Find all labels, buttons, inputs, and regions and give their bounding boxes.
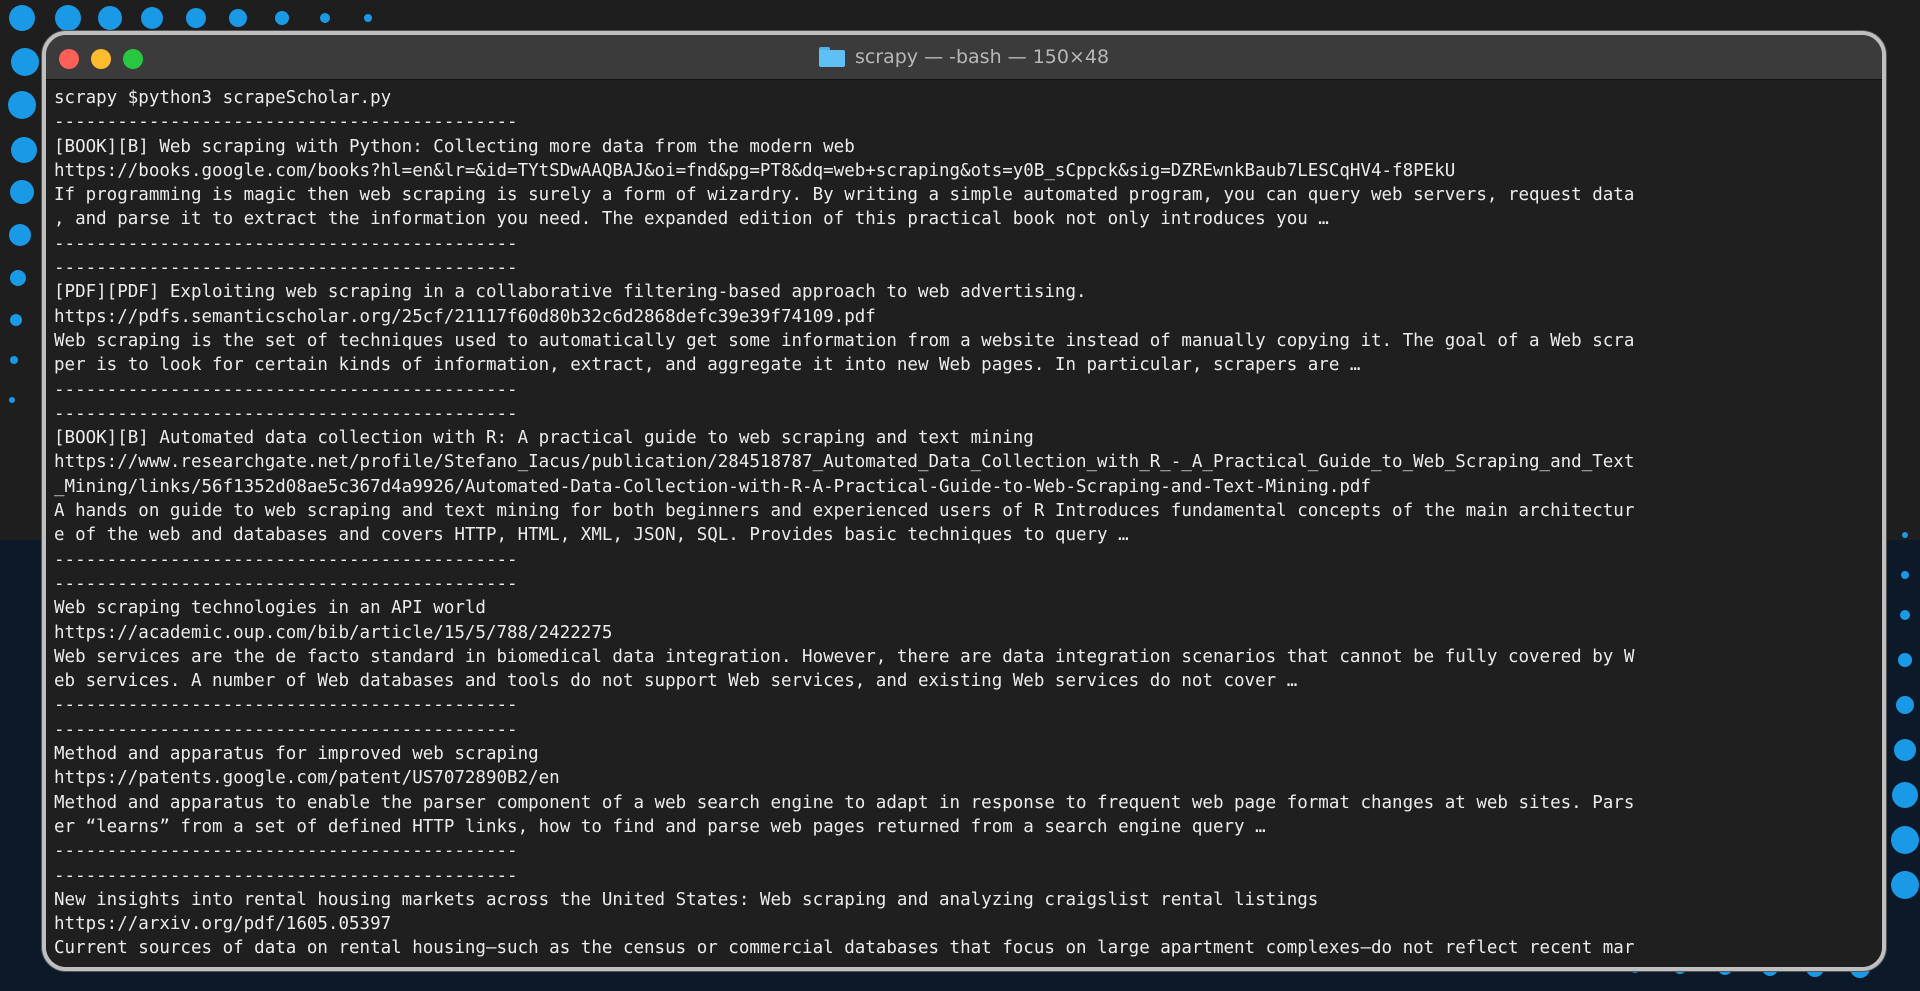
decorative-dot	[10, 356, 18, 364]
terminal-line: ----------------------------------------…	[54, 549, 518, 570]
decorative-dot	[1900, 610, 1910, 620]
terminal-line: https://www.researchgate.net/profile/Ste…	[54, 452, 1635, 473]
decorative-dot	[275, 11, 289, 25]
decorative-dot	[186, 8, 206, 28]
terminal-line: [BOOK][B] Web scraping with Python: Coll…	[54, 136, 855, 157]
terminal-line: per is to look for certain kinds of info…	[54, 355, 1361, 376]
terminal-line: scrapy $python3 scrapeScholar.py	[54, 88, 392, 108]
terminal-line: ----------------------------------------…	[54, 379, 518, 400]
terminal-line: https://academic.oup.com/bib/article/15/…	[54, 622, 613, 643]
decorative-dot	[10, 314, 22, 326]
terminal-line: Web scraping technologies in an API worl…	[54, 598, 486, 619]
decorative-dot	[320, 13, 330, 23]
window-titlebar[interactable]: scrapy — -bash — 150×48	[46, 35, 1882, 80]
terminal-line: , and parse it to extract the informatio…	[54, 209, 1329, 230]
terminal-line: ----------------------------------------…	[54, 258, 518, 279]
terminal-line: e of the web and databases and covers HT…	[54, 525, 1129, 546]
decorative-dot	[1902, 532, 1908, 538]
terminal-line: A hands on guide to web scraping and tex…	[54, 501, 1635, 522]
decorative-dot	[1901, 571, 1909, 579]
decorative-dot	[1891, 826, 1919, 854]
terminal-line: ----------------------------------------…	[54, 233, 518, 254]
window-title-wrap: scrapy — -bash — 150×48	[46, 35, 1882, 79]
terminal-line: [BOOK][B] Automated data collection with…	[54, 428, 1034, 449]
terminal-line: https://books.google.com/books?hl=en&lr=…	[54, 160, 1456, 181]
terminal-line: ----------------------------------------…	[54, 865, 518, 886]
decorative-dot	[55, 5, 81, 31]
decorative-dot	[141, 7, 163, 29]
decorative-dot	[229, 9, 247, 27]
decorative-dot	[1898, 653, 1912, 667]
folder-icon	[818, 47, 845, 67]
terminal-line: If programming is magic then web scrapin…	[54, 185, 1635, 206]
terminal-line: er “learns” from a set of defined HTTP l…	[54, 816, 1266, 837]
decorative-dot	[98, 6, 122, 30]
decorative-dot	[1892, 782, 1918, 808]
terminal-line: Current sources of data on rental housin…	[54, 938, 1635, 959]
terminal-output[interactable]: scrapy $python3 scrapeScholar.py --------…	[46, 80, 1882, 967]
decorative-dot	[11, 137, 37, 163]
decorative-dot	[11, 48, 39, 76]
terminal-line: ----------------------------------------…	[54, 695, 518, 716]
terminal-line: New insights into rental housing markets…	[54, 889, 1319, 910]
terminal-line: https://patents.google.com/patent/US7072…	[54, 768, 560, 789]
window-title: scrapy — -bash — 150×48	[854, 46, 1110, 68]
decorative-dot	[1891, 871, 1919, 899]
decorative-dot	[10, 270, 26, 286]
decorative-dot	[364, 14, 372, 22]
decorative-dot	[10, 180, 34, 204]
decorative-dot	[1894, 739, 1916, 761]
terminal-line: https://pdfs.semanticscholar.org/25cf/21…	[54, 306, 876, 327]
terminal-line: _Mining/links/56f1352d08ae5c367d4a9926/A…	[54, 476, 1371, 497]
decorative-dot	[1896, 696, 1914, 714]
terminal-line: ----------------------------------------…	[54, 573, 518, 594]
terminal-line: ----------------------------------------…	[54, 841, 518, 862]
terminal-line: Method and apparatus for improved web sc…	[54, 744, 539, 765]
terminal-line: ----------------------------------------…	[54, 403, 518, 424]
decorative-dot	[8, 91, 36, 119]
terminal-line: [PDF][PDF] Exploiting web scraping in a …	[54, 282, 1087, 303]
terminal-line: Method and apparatus to enable the parse…	[54, 792, 1635, 813]
terminal-line: Web services are the de facto standard i…	[54, 646, 1635, 667]
terminal-line: eb services. A number of Web databases a…	[54, 671, 1298, 692]
terminal-line: https://arxiv.org/pdf/1605.05397	[54, 914, 392, 935]
decorative-dot	[9, 5, 35, 31]
terminal-line: Web scraping is the set of techniques us…	[54, 330, 1635, 351]
decorative-dot	[9, 224, 31, 246]
terminal-line: ----------------------------------------…	[54, 719, 518, 740]
terminal-line: ----------------------------------------…	[54, 112, 518, 133]
terminal-window: scrapy — -bash — 150×48 scrapy $python3 …	[42, 31, 1886, 971]
decorative-dot	[9, 397, 15, 403]
